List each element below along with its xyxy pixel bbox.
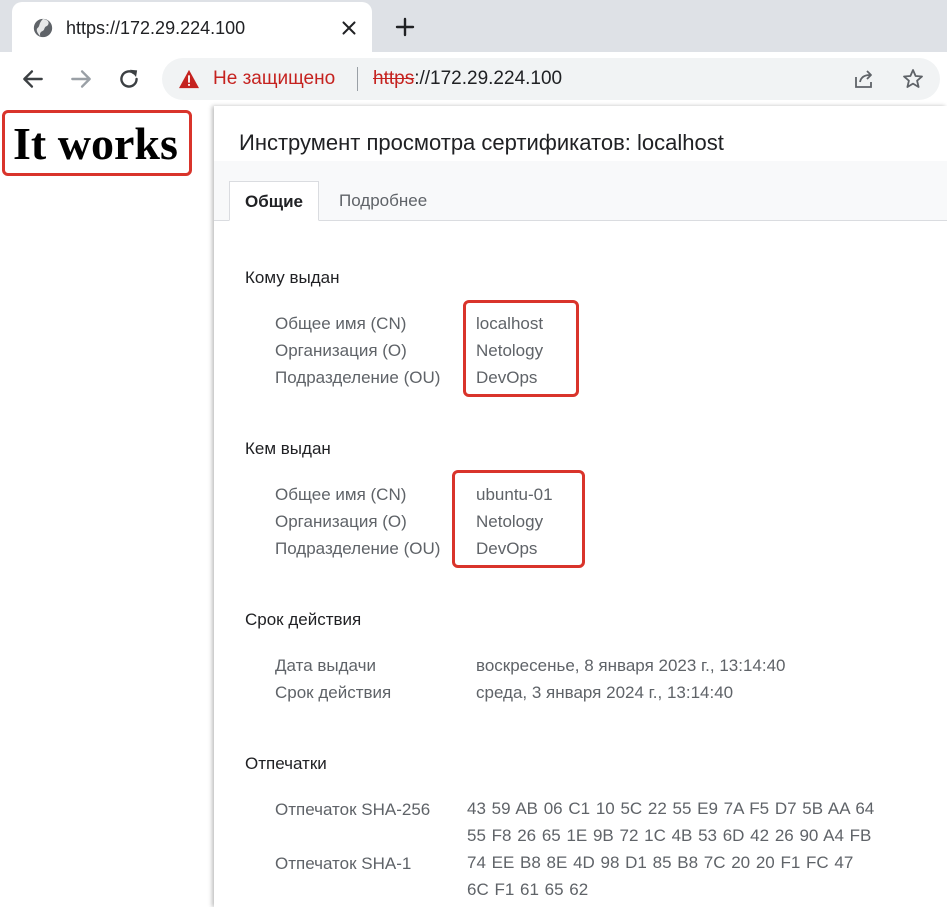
issue-date-value: воскресенье, 8 января 2023 г., 13:14:40: [476, 656, 786, 675]
back-arrow-icon[interactable]: [20, 66, 46, 92]
tab-general[interactable]: Общие: [229, 181, 319, 221]
issued-by-o-label: Организация (O): [275, 512, 407, 531]
address-bar[interactable]: Не защищено https://172.29.224.100: [162, 58, 940, 100]
tab-title: https://172.29.224.100: [66, 18, 246, 38]
forward-arrow-icon[interactable]: [68, 66, 94, 92]
star-icon[interactable]: [901, 67, 925, 91]
issued-by-cn-label: Общее имя (CN): [275, 485, 407, 504]
sha1-value: 74 EE B8 8E 4D 98 D1 85 B8 7C 20 20 F1 F…: [467, 853, 854, 899]
validity-heading: Срок действия: [245, 610, 362, 629]
expiry-date-value: среда, 3 января 2024 г., 13:14:40: [476, 683, 734, 702]
sha256-label: Отпечаток SHA-256: [275, 800, 431, 819]
browser-toolbar: Не защищено https://172.29.224.100: [0, 52, 947, 106]
dialog-tabs: Общие Подробнее: [214, 161, 947, 221]
share-icon[interactable]: [852, 67, 876, 91]
close-icon[interactable]: [338, 17, 360, 39]
tab-details[interactable]: Подробнее: [324, 181, 442, 219]
issue-date-label: Дата выдачи: [275, 656, 376, 675]
reload-icon[interactable]: [116, 66, 142, 92]
highlight-box-issued-by: [452, 470, 585, 568]
issued-by-ou-label: Подразделение (OU): [275, 539, 441, 558]
tab-strip: https://172.29.224.100: [0, 0, 947, 52]
plus-icon[interactable]: [393, 15, 417, 39]
issued-to-ou-label: Подразделение (OU): [275, 368, 441, 387]
url-host: ://172.29.224.100: [414, 68, 563, 89]
page-heading: It works: [13, 118, 178, 169]
not-secure-label[interactable]: Не защищено: [213, 68, 335, 90]
warning-triangle-icon[interactable]: [178, 69, 200, 89]
issued-to-heading: Кому выдан: [245, 268, 340, 287]
highlight-box-heading: It works: [2, 110, 192, 176]
url-text[interactable]: https://172.29.224.100: [373, 68, 562, 90]
dialog-title: Инструмент просмотра сертификатов: local…: [239, 130, 724, 155]
fingerprints-heading: Отпечатки: [245, 754, 327, 773]
issued-by-heading: Кем выдан: [245, 439, 331, 458]
sha1-label: Отпечаток SHA-1: [275, 854, 412, 873]
page-content: It works Инструмент просмотра сертификат…: [0, 106, 947, 907]
browser-tab[interactable]: https://172.29.224.100: [12, 2, 372, 52]
issued-to-cn-label: Общее имя (CN): [275, 314, 407, 333]
sha256-value: 43 59 AB 06 C1 10 5C 22 55 E9 7A F5 D7 5…: [467, 799, 875, 845]
url-scheme: https: [373, 68, 415, 89]
globe-icon: [33, 18, 53, 38]
highlight-box-issued-to: [463, 300, 579, 397]
certificate-viewer-dialog: Инструмент просмотра сертификатов: local…: [214, 106, 947, 907]
issued-to-o-label: Организация (O): [275, 341, 407, 360]
expiry-date-label: Срок действия: [275, 683, 392, 702]
omnibox-divider: [357, 67, 358, 91]
